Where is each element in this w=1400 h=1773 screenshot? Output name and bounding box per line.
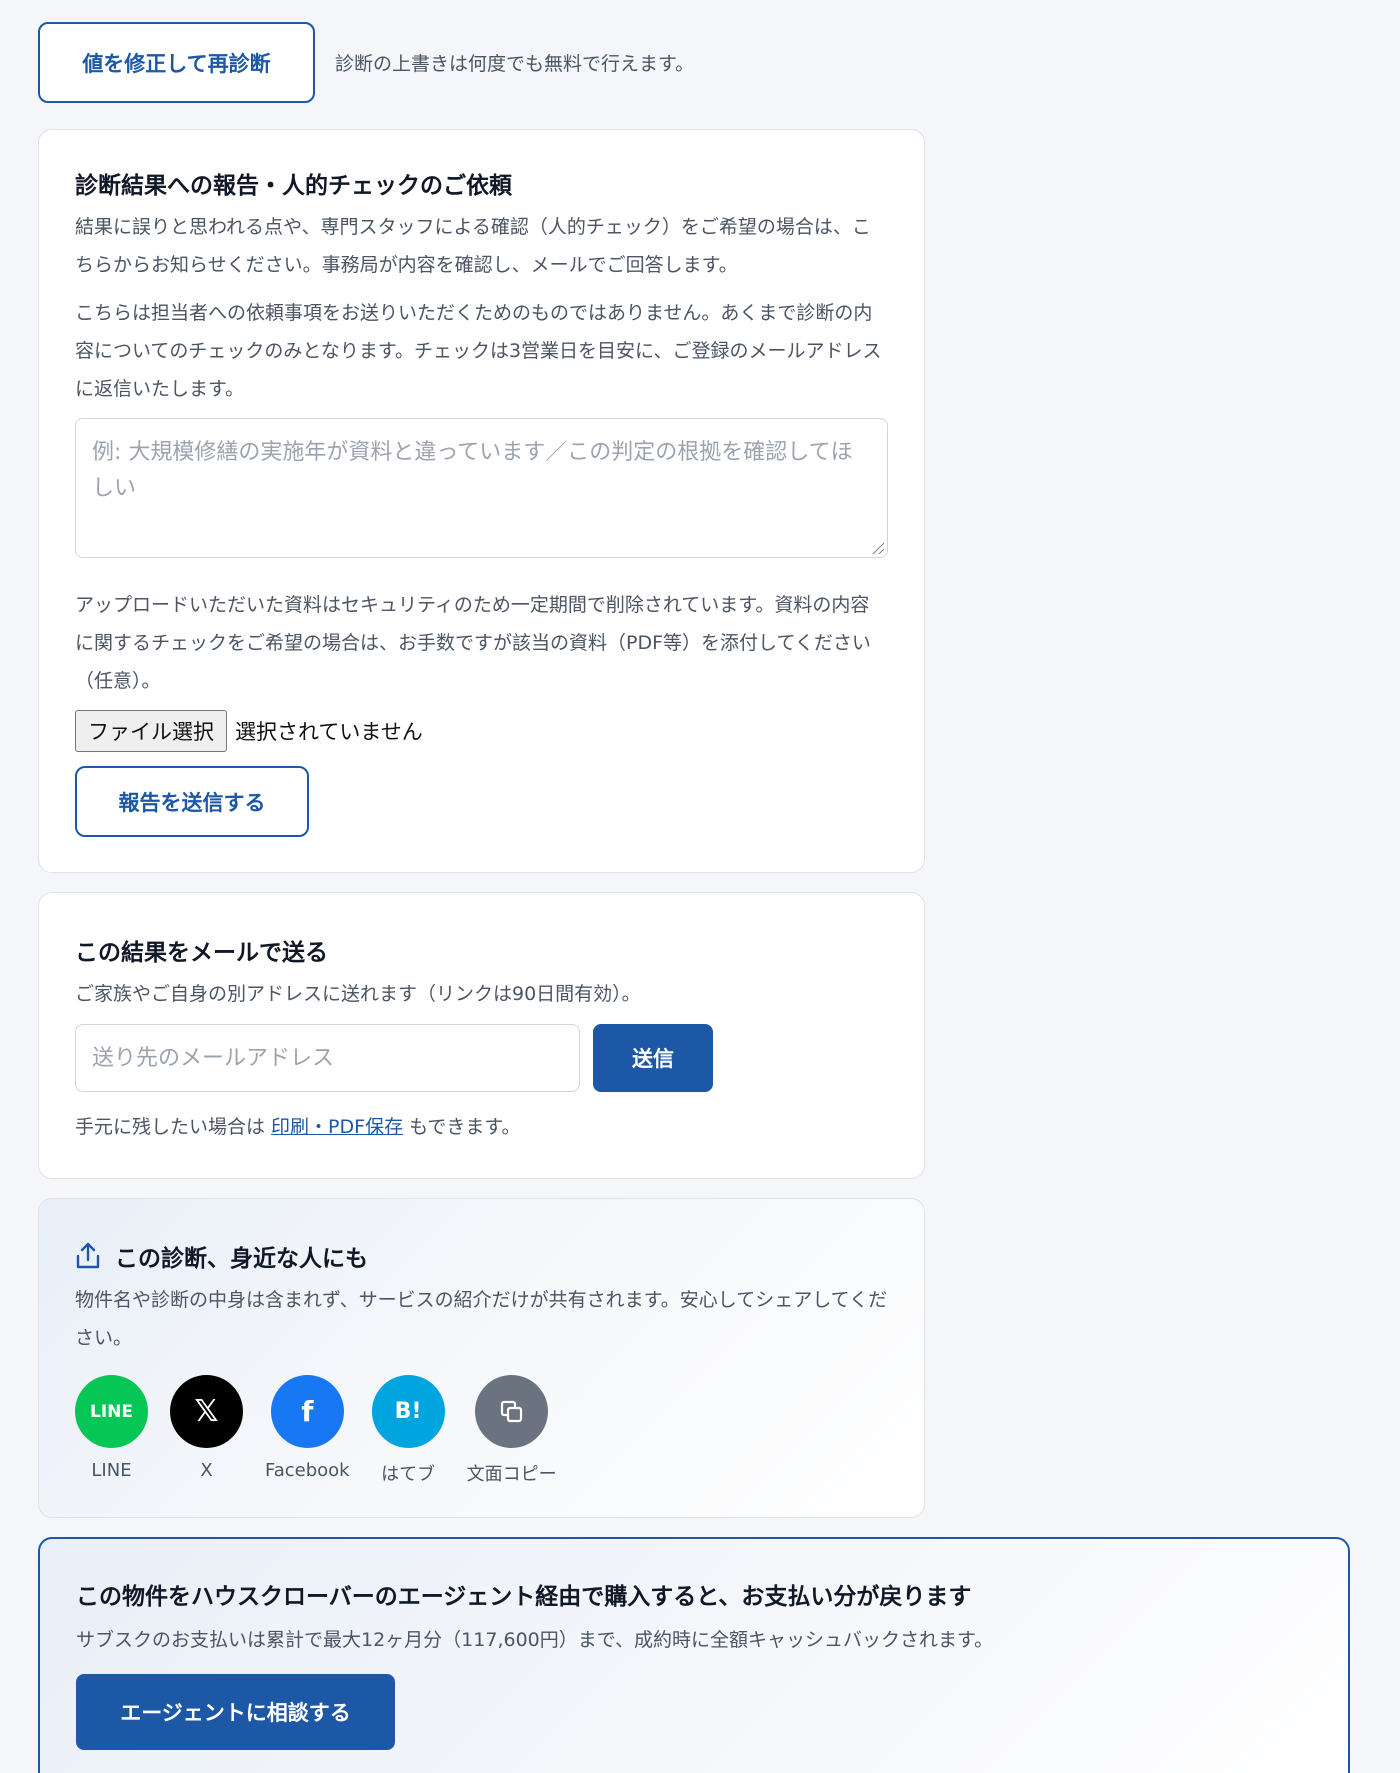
recheck-row: 値を修正して再診断 診断の上書きは何度でも無料で行えます。 [38,22,694,103]
upload-notice: アップロードいただいた資料はセキュリティのため一定期間で削除されています。資料の… [75,594,871,692]
recheck-button[interactable]: 値を修正して再診断 [38,22,315,103]
email-card: この結果をメールで送る ご家族やご自身の別アドレスに送れます（リンクは90日間有… [38,892,925,1179]
share-label: LINE [91,1460,132,1481]
file-select-button[interactable]: ファイル選択 [75,710,227,752]
recheck-note: 診断の上書きは何度でも無料で行えます。 [335,53,695,75]
email-input[interactable] [75,1024,580,1092]
email-description: ご家族やご自身の別アドレスに送れます（リンクは90日間有効）。 [75,983,641,1005]
share-item-line[interactable]: LINE LINE [75,1375,148,1486]
share-buttons: LINE LINE 𝕏 Xf Facebook B! はてブ 文面コピー [75,1375,888,1486]
share-item-hatena-bookmark[interactable]: B! はてブ [371,1375,445,1486]
agent-description: サブスクのお支払いは累計で最大12ヶ月分（117,600円）まで、成約時に全額キ… [76,1629,994,1651]
share-label: はてブ [381,1464,436,1485]
file-status: 選択されていません [235,720,423,744]
copy-icon[interactable] [475,1375,549,1448]
share-card: この診断、身近な人にも 物件名や診断の中身は含まれず、サービスの紹介だけが共有さ… [38,1198,925,1518]
report-textarea-wrapper [75,418,888,558]
print-suffix: もできます。 [403,1116,521,1138]
report-card: 診断結果への報告・人的チェックのご依頼 結果に誤りと思われる点や、専門スタッフに… [38,129,925,873]
hatena-bookmark-icon[interactable]: B! [371,1375,445,1448]
share-label: 文面コピー [466,1464,557,1485]
x-icon[interactable]: 𝕏 [170,1375,243,1448]
report-title: 診断結果への報告・人的チェックのご依頼 [75,173,512,199]
share-title-row: この診断、身近な人にも [75,1239,888,1273]
share-icon [76,1242,100,1269]
print-prefix: 手元に残したい場合は [75,1116,272,1138]
email-title: この結果をメールで送る [75,940,328,966]
resize-handle-icon[interactable] [872,542,884,554]
report-description: 結果に誤りと思われる点や、専門スタッフによる確認（人的チェック）をご希望の場合は… [75,216,871,276]
share-label: X [200,1460,213,1481]
share-label: Facebook [265,1460,350,1481]
agent-consult-button[interactable]: エージェントに相談する [76,1674,395,1750]
print-note: 手元に残したい場合は 印刷・PDF保存 もできます。 [75,1112,888,1139]
share-item-facebook[interactable]: f Facebook [265,1375,350,1486]
file-upload-row: ファイル選択 選択されていません [75,710,888,752]
report-notice: こちらは担当者への依頼事項をお送りいただくためのものではありません。あくまで診断… [75,302,882,400]
share-description: 物件名や診断の中身は含まれず、サービスの紹介だけが共有されます。安心してシェアし… [75,1289,888,1349]
facebook-icon[interactable]: f [270,1375,344,1448]
share-item-x[interactable]: 𝕏X [170,1375,243,1486]
agent-title: この物件をハウスクローバーのエージェント経由で購入すると、お支払い分が戻ります [76,1584,972,1610]
print-pdf-link[interactable]: 印刷・PDF保存 [271,1116,403,1138]
agent-card: この物件をハウスクローバーのエージェント経由で購入すると、お支払い分が戻ります … [38,1537,1350,1773]
report-submit-button[interactable]: 報告を送信する [75,766,309,837]
share-title: この診断、身近な人にも [115,1246,368,1272]
report-textarea[interactable] [76,419,887,557]
email-send-button[interactable]: 送信 [593,1024,713,1092]
email-form: 送信 [75,1024,888,1092]
share-item-copy[interactable]: 文面コピー [467,1375,557,1486]
line-icon[interactable]: LINE [75,1375,148,1448]
